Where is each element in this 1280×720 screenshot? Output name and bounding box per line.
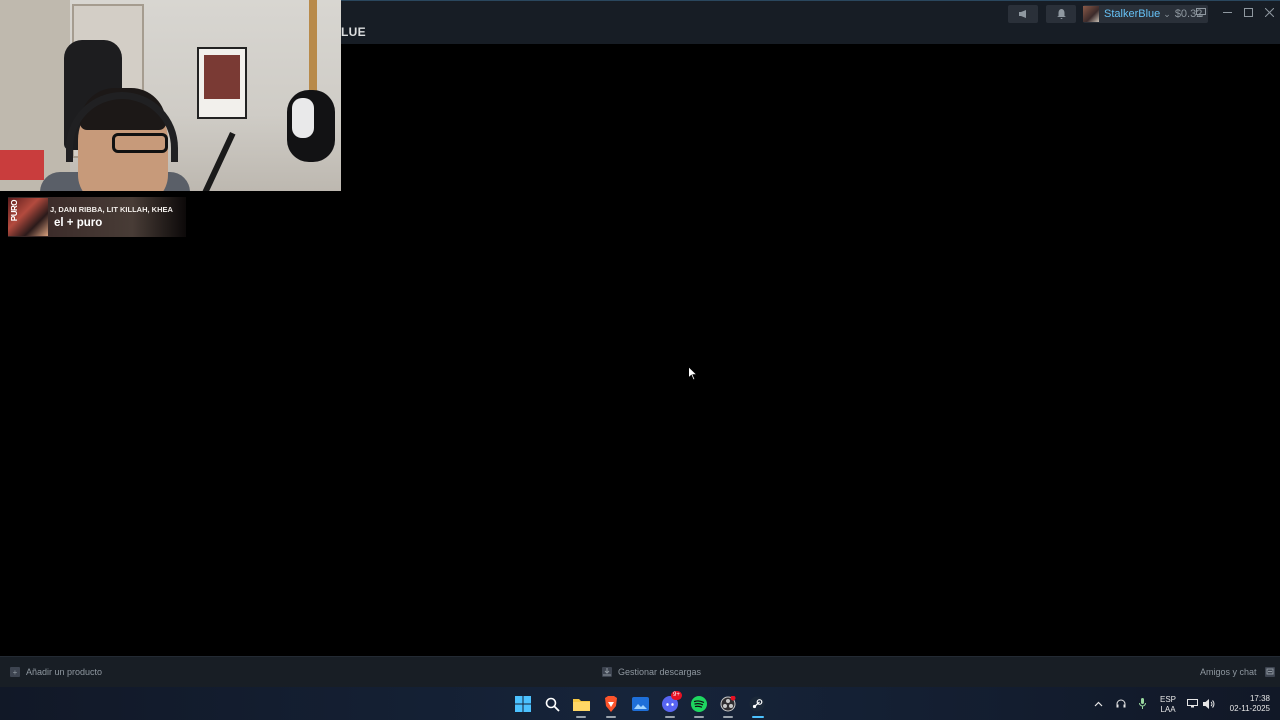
download-icon — [602, 667, 612, 677]
big-picture-button[interactable] — [1190, 3, 1212, 21]
megaphone-icon — [1018, 10, 1026, 18]
spotify-icon — [691, 696, 707, 712]
network-icon — [1187, 699, 1198, 708]
speaker-icon — [1203, 698, 1215, 709]
friends-chat-label: Amigos y chat — [1200, 667, 1257, 677]
active-indicator — [576, 716, 586, 718]
volume-tray-button[interactable] — [1203, 687, 1215, 720]
windows-start-icon — [515, 696, 531, 712]
headphones-icon — [1116, 699, 1126, 708]
friends-chat-button[interactable]: Amigos y chat — [1200, 657, 1275, 687]
manage-downloads-label: Gestionar descargas — [618, 667, 702, 677]
album-art: PURO — [8, 198, 48, 236]
shoe-box — [0, 150, 44, 180]
steam-icon — [749, 696, 765, 712]
brave-lion-icon — [605, 696, 617, 712]
maximize-icon — [1243, 7, 1253, 17]
mic-arm — [200, 132, 236, 191]
friends-icon — [1264, 667, 1275, 677]
language-code: ESP — [1160, 695, 1177, 704]
glasses — [112, 133, 168, 153]
album-art-label: PURO — [10, 200, 19, 222]
start-button[interactable] — [514, 695, 532, 713]
system-clock[interactable]: 17:38 02-11-2025 — [1222, 694, 1270, 714]
bell-icon — [1056, 9, 1066, 19]
steam-nav-label[interactable]: LUE — [341, 25, 366, 39]
active-indicator — [665, 716, 675, 718]
obs-button[interactable] — [719, 695, 737, 713]
active-indicator — [752, 716, 764, 718]
active-indicator — [694, 716, 704, 718]
steam-statusbar: + Añadir un producto Gestionar descargas… — [0, 656, 1280, 687]
folder-icon — [572, 699, 590, 711]
plus-icon: + — [10, 667, 20, 677]
show-hidden-icons-button[interactable] — [1094, 687, 1103, 720]
account-name: StalkerBlue — [1104, 8, 1161, 20]
guitar-neck — [309, 0, 317, 100]
brave-browser-button[interactable] — [602, 695, 620, 713]
clock-time: 17:38 — [1249, 694, 1270, 703]
webcam-overlay — [0, 0, 341, 191]
monitor-icon — [1196, 7, 1206, 16]
steam-button[interactable] — [748, 695, 766, 713]
headphones-tray-button[interactable] — [1116, 687, 1126, 720]
input-language-button[interactable]: ESP LAA — [1160, 695, 1176, 715]
spotify-button[interactable] — [690, 695, 708, 713]
file-explorer-button[interactable] — [572, 695, 590, 713]
maximize-button[interactable] — [1237, 3, 1259, 21]
chevron-up-icon — [1094, 701, 1103, 706]
guitar-pickguard — [292, 98, 314, 138]
photos-button[interactable] — [631, 695, 649, 713]
active-indicator — [723, 716, 733, 718]
microphone-icon — [1139, 698, 1146, 709]
track-title: el + puro — [54, 217, 103, 229]
avatar — [1083, 6, 1099, 22]
clock-date: 02-11-2025 — [1229, 704, 1270, 713]
search-icon — [545, 697, 560, 712]
close-icon — [1264, 7, 1274, 17]
track-artists: J, DANI RIBBA, LIT KILLAH, KHEA — [50, 205, 173, 214]
manage-downloads-button[interactable]: Gestionar descargas — [602, 657, 701, 687]
windows-taskbar: 9+ ESP LAA 17:38 02-11-2025 — [0, 687, 1280, 720]
minimize-icon — [1222, 11, 1232, 13]
now-playing-overlay: PURO J, DANI RIBBA, LIT KILLAH, KHEA el … — [8, 197, 186, 237]
active-indicator — [606, 716, 616, 718]
keyboard-layout-code: LAA — [1160, 705, 1176, 714]
add-product-button[interactable]: + Añadir un producto — [10, 657, 102, 687]
announcements-button[interactable] — [1008, 5, 1038, 23]
search-button[interactable] — [543, 695, 561, 713]
wall-poster — [197, 47, 247, 119]
network-tray-button[interactable] — [1187, 687, 1198, 720]
minimize-button[interactable] — [1216, 3, 1238, 21]
discord-button[interactable]: 9+ — [661, 691, 682, 713]
photos-icon — [631, 697, 649, 711]
chevron-down-icon: ⌄ — [1163, 8, 1171, 19]
microphone-tray-button[interactable] — [1139, 687, 1146, 720]
notifications-button[interactable] — [1046, 5, 1076, 23]
mouse-cursor-icon — [688, 366, 698, 381]
obs-icon — [720, 696, 736, 712]
discord-badge: 9+ — [671, 691, 682, 700]
close-button[interactable] — [1258, 3, 1280, 21]
add-product-label: Añadir un producto — [26, 667, 103, 677]
